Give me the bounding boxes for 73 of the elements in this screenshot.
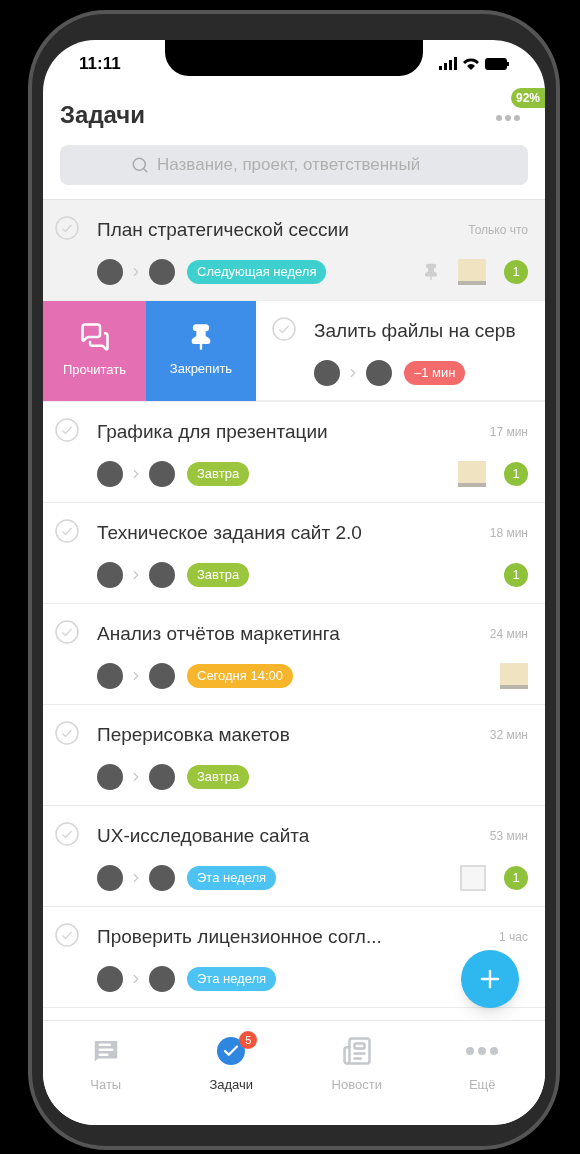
more-icon[interactable]	[496, 115, 520, 121]
avatar	[149, 460, 175, 487]
task-title: Техническое задания сайт 2.0	[97, 521, 362, 545]
task-title: План стратегической сессии	[97, 218, 349, 242]
avatar	[149, 864, 175, 891]
newspaper-icon	[341, 1036, 372, 1066]
task-time: 18 мин	[489, 525, 528, 543]
avatar	[97, 965, 123, 992]
checkbox-circle-icon[interactable]	[55, 519, 79, 543]
checkbox-circle-icon[interactable]	[55, 216, 79, 240]
status-time: 11:11	[79, 52, 121, 75]
avatar	[149, 258, 175, 285]
task-row[interactable]: Прочитать Закрепить Залить файлы на серв –1 мин	[43, 301, 545, 401]
progress-badge: 92%	[510, 88, 545, 108]
avatar	[149, 561, 175, 588]
page-title: Задачи	[60, 100, 146, 130]
task-row[interactable]: План стратегической сессии Только что Следующая неделя 1	[43, 200, 545, 300]
search-input[interactable]: Название, проект, ответственный	[157, 152, 457, 178]
avatar	[97, 460, 123, 487]
avatar	[97, 258, 123, 285]
avatar	[97, 763, 123, 790]
check-icon	[217, 1037, 246, 1065]
deadline-tag: Эта неделя	[187, 865, 277, 890]
task-title[interactable]: Залить файлы на серв	[314, 317, 516, 346]
signal-icon	[439, 57, 457, 70]
chat-bubbles-icon	[79, 322, 110, 353]
search-icon	[131, 156, 149, 174]
battery-icon	[485, 57, 509, 70]
task-time: 17 мин	[489, 424, 528, 442]
avatar	[149, 763, 175, 790]
comment-count: 1	[504, 461, 528, 486]
deadline-tag: Эта неделя	[187, 966, 277, 991]
avatar	[149, 965, 175, 992]
task-time: 32 мин	[489, 727, 528, 745]
deadline-tag: Следующая неделя	[187, 259, 327, 284]
deadline-tag: Сегодня 14:00	[187, 663, 293, 688]
notification-badge: 5	[239, 1031, 258, 1049]
avatar	[97, 561, 123, 588]
checkbox-circle-icon[interactable]	[272, 317, 296, 341]
pin-icon	[422, 262, 440, 281]
checkbox-circle-icon[interactable]	[55, 822, 79, 846]
image-thumbnail[interactable]	[458, 460, 486, 487]
avatar	[149, 662, 175, 689]
task-title: Графика для презентации	[97, 420, 328, 444]
task-time: 53 мин	[489, 828, 528, 846]
task-time: Только что	[468, 222, 528, 240]
file-thumbnail[interactable]	[460, 864, 486, 891]
checkbox-circle-icon[interactable]	[55, 418, 79, 442]
avatar	[314, 359, 340, 386]
comment-count: 1	[504, 259, 528, 284]
image-thumbnail[interactable]	[500, 662, 528, 689]
search-field[interactable]: Название, проект, ответственный	[60, 145, 528, 185]
deadline-tag: –1 мин	[404, 360, 466, 385]
task-title: Проверить лицензионное согл...	[97, 925, 382, 949]
task-title: Перерисовка макетов	[97, 723, 290, 747]
deadline-tag: Завтра	[187, 562, 250, 587]
deadline-tag: Завтра	[187, 764, 250, 789]
wifi-icon	[463, 57, 479, 70]
avatar	[97, 662, 123, 689]
more-icon	[465, 1046, 500, 1056]
task-time: 1 час	[499, 929, 528, 947]
task-time: 24 мин	[489, 626, 528, 644]
comment-count: 1	[504, 865, 528, 890]
checkbox-circle-icon[interactable]	[55, 620, 79, 644]
avatar	[366, 359, 392, 386]
deadline-tag: Завтра	[187, 461, 250, 486]
checkbox-circle-icon[interactable]	[55, 721, 79, 745]
task-title: UX-исследование сайта	[97, 824, 310, 848]
checkbox-circle-icon[interactable]	[55, 923, 79, 947]
avatar	[97, 864, 123, 891]
task-title: Анализ отчётов маркетинга	[97, 622, 340, 646]
image-thumbnail[interactable]	[458, 258, 486, 285]
comment-count: 1	[504, 562, 528, 587]
